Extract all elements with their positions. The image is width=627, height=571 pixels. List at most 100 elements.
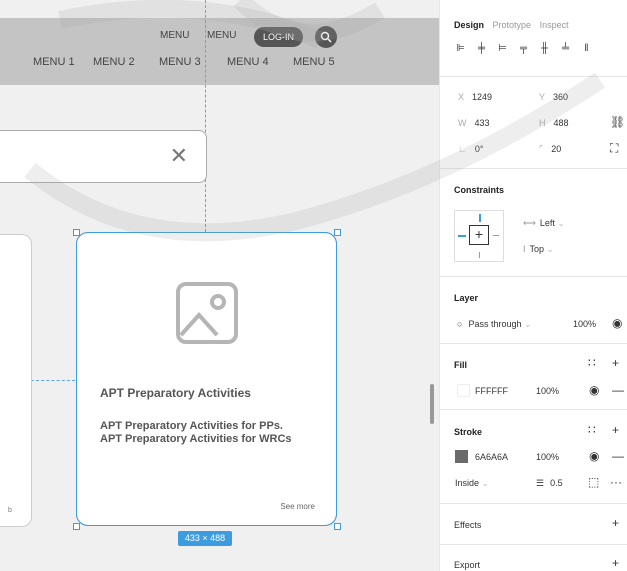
x-label: X bbox=[458, 92, 465, 102]
login-button: LOG-IN bbox=[254, 27, 303, 47]
panel-tabs: Design Prototype Inspect bbox=[454, 20, 575, 30]
rotation-field[interactable]: ∟ 0° bbox=[458, 144, 483, 154]
canvas-scrollbar[interactable] bbox=[430, 384, 434, 424]
nav-top-link: MENU bbox=[207, 30, 237, 41]
constraint-left-bar[interactable] bbox=[458, 235, 466, 237]
design-canvas[interactable]: MENU MENU LOG-IN MENU 1 MENU 2 MENU 3 ME… bbox=[0, 0, 439, 571]
tab-inspect[interactable]: Inspect bbox=[540, 20, 569, 30]
eye-icon[interactable]: ◉ bbox=[612, 316, 622, 330]
nav-top-link: MENU bbox=[160, 30, 190, 41]
stroke-hex[interactable]: 6A6A6A bbox=[475, 452, 508, 462]
card-title: APT Preparatory Activities bbox=[100, 386, 251, 400]
align-center-h-icon[interactable]: ╪ bbox=[475, 43, 488, 54]
align-center-v-icon[interactable]: ╫ bbox=[538, 43, 551, 54]
selected-card-frame[interactable]: APT Preparatory Activities APT Preparato… bbox=[76, 232, 337, 526]
divider bbox=[440, 503, 627, 504]
resize-handle-bottom-right[interactable] bbox=[334, 523, 341, 530]
constraint-right-bar[interactable] bbox=[493, 235, 499, 236]
add-stroke-icon[interactable]: + bbox=[612, 423, 619, 437]
corner-radius-icon: ⌜ bbox=[539, 144, 544, 154]
stroke-weight-value: 0.5 bbox=[550, 478, 563, 488]
x-field[interactable]: X 1249 bbox=[458, 92, 492, 102]
stroke-weight-field[interactable]: ☰ 0.5 bbox=[536, 478, 563, 489]
vertical-guide-line bbox=[205, 0, 206, 232]
mock-modal-frame[interactable]: ✕ bbox=[0, 130, 207, 183]
nav-menu-item: MENU 3 bbox=[159, 56, 201, 68]
rotation-icon: ∟ bbox=[458, 144, 467, 154]
fill-hex[interactable]: FFFFFF bbox=[475, 386, 508, 396]
add-fill-icon[interactable]: + bbox=[612, 356, 619, 370]
resize-handle-top-right[interactable] bbox=[334, 229, 341, 236]
resize-handle-bottom-left[interactable] bbox=[73, 523, 80, 530]
corner-radius-field[interactable]: ⌜ 20 bbox=[539, 144, 561, 155]
blend-mode-icon: ○ bbox=[457, 319, 463, 329]
align-bottom-icon[interactable]: ╧ bbox=[559, 43, 572, 54]
nav-menu-item: MENU 2 bbox=[93, 56, 135, 68]
tab-design[interactable]: Design bbox=[454, 20, 484, 30]
remove-fill-icon[interactable]: — bbox=[612, 383, 624, 397]
width-field[interactable]: W 433 bbox=[458, 118, 490, 128]
fill-style-icon[interactable]: ∷ bbox=[588, 356, 596, 370]
alignment-toolbar: ⊫ ╪ ⊨ ╤ ╫ ╧ ‖ bbox=[454, 43, 593, 54]
fill-eye-icon[interactable]: ◉ bbox=[589, 383, 599, 397]
vertical-constraint-select[interactable]: I Top ⌄ bbox=[523, 244, 554, 255]
stroke-eye-icon[interactable]: ◉ bbox=[589, 449, 599, 463]
see-more-link: See more bbox=[280, 502, 315, 511]
stroke-weight-icon: ☰ bbox=[536, 478, 545, 488]
adjacent-card-frame[interactable]: b bbox=[0, 234, 32, 527]
stroke-opacity[interactable]: 100% bbox=[536, 452, 559, 462]
independent-corners-icon[interactable]: ⛶ bbox=[610, 141, 618, 156]
divider bbox=[440, 276, 627, 277]
layer-opacity[interactable]: 100% bbox=[573, 319, 596, 329]
blend-mode-select[interactable]: ○ Pass through ⌄ bbox=[457, 319, 532, 330]
effects-title: Effects bbox=[454, 520, 482, 530]
export-title: Export bbox=[454, 560, 481, 570]
h-value: 488 bbox=[553, 118, 569, 128]
height-field[interactable]: H 488 bbox=[539, 118, 569, 128]
resize-handle-top-left[interactable] bbox=[73, 229, 80, 236]
tab-prototype[interactable]: Prototype bbox=[493, 20, 532, 30]
divider bbox=[440, 343, 627, 344]
vertical-constraint-value: Top bbox=[529, 244, 545, 254]
horizontal-constraint-value: Left bbox=[539, 218, 555, 228]
constraint-center-icon: + bbox=[469, 225, 489, 245]
w-label: W bbox=[458, 118, 467, 128]
image-placeholder-icon bbox=[176, 282, 238, 344]
close-icon: ✕ bbox=[169, 143, 188, 168]
fill-title: Fill bbox=[454, 360, 467, 370]
add-export-icon[interactable]: + bbox=[612, 556, 619, 570]
divider bbox=[440, 544, 627, 545]
stroke-swatch[interactable] bbox=[455, 450, 468, 463]
layer-title: Layer bbox=[454, 293, 479, 303]
stroke-style-icon[interactable]: ∷ bbox=[588, 423, 596, 437]
nav-menu-item: MENU 5 bbox=[293, 56, 335, 68]
y-label: Y bbox=[539, 92, 546, 102]
align-left-icon[interactable]: ⊫ bbox=[454, 43, 467, 54]
distribute-icon[interactable]: ‖ bbox=[580, 43, 593, 54]
more-options-icon[interactable]: ··· bbox=[610, 475, 622, 489]
horizontal-constraint-select[interactable]: ⟷ Left ⌄ bbox=[523, 218, 565, 229]
w-value: 433 bbox=[474, 118, 490, 128]
card-desc-line: APT Preparatory Activities for WRCs bbox=[100, 433, 292, 445]
constraints-title: Constraints bbox=[454, 185, 505, 195]
constraint-top-bar[interactable] bbox=[479, 214, 481, 222]
align-top-icon[interactable]: ╤ bbox=[517, 43, 530, 54]
mock-navbar: MENU MENU LOG-IN MENU 1 MENU 2 MENU 3 ME… bbox=[0, 18, 439, 85]
constrain-proportions-icon[interactable]: ⛓ bbox=[610, 115, 625, 129]
divider bbox=[440, 76, 627, 77]
dimension-badge: 433 × 488 bbox=[178, 531, 232, 546]
stroke-position-select[interactable]: Inside ⌄ bbox=[455, 478, 489, 489]
x-value: 1249 bbox=[472, 92, 493, 102]
constraints-widget[interactable]: + bbox=[454, 210, 504, 262]
blend-mode-value: Pass through bbox=[468, 319, 522, 329]
stroke-settings-icon[interactable]: ⬚ bbox=[588, 475, 599, 489]
y-field[interactable]: Y 360 bbox=[539, 92, 568, 102]
align-right-icon[interactable]: ⊨ bbox=[496, 43, 509, 54]
divider bbox=[440, 409, 627, 410]
constraint-bottom-bar[interactable] bbox=[479, 252, 480, 258]
horizontal-constraint-icon: ⟷ bbox=[523, 218, 536, 228]
fill-opacity[interactable]: 100% bbox=[536, 386, 559, 396]
remove-stroke-icon[interactable]: — bbox=[612, 449, 624, 463]
fill-swatch[interactable] bbox=[457, 384, 470, 397]
add-effect-icon[interactable]: + bbox=[612, 516, 619, 530]
